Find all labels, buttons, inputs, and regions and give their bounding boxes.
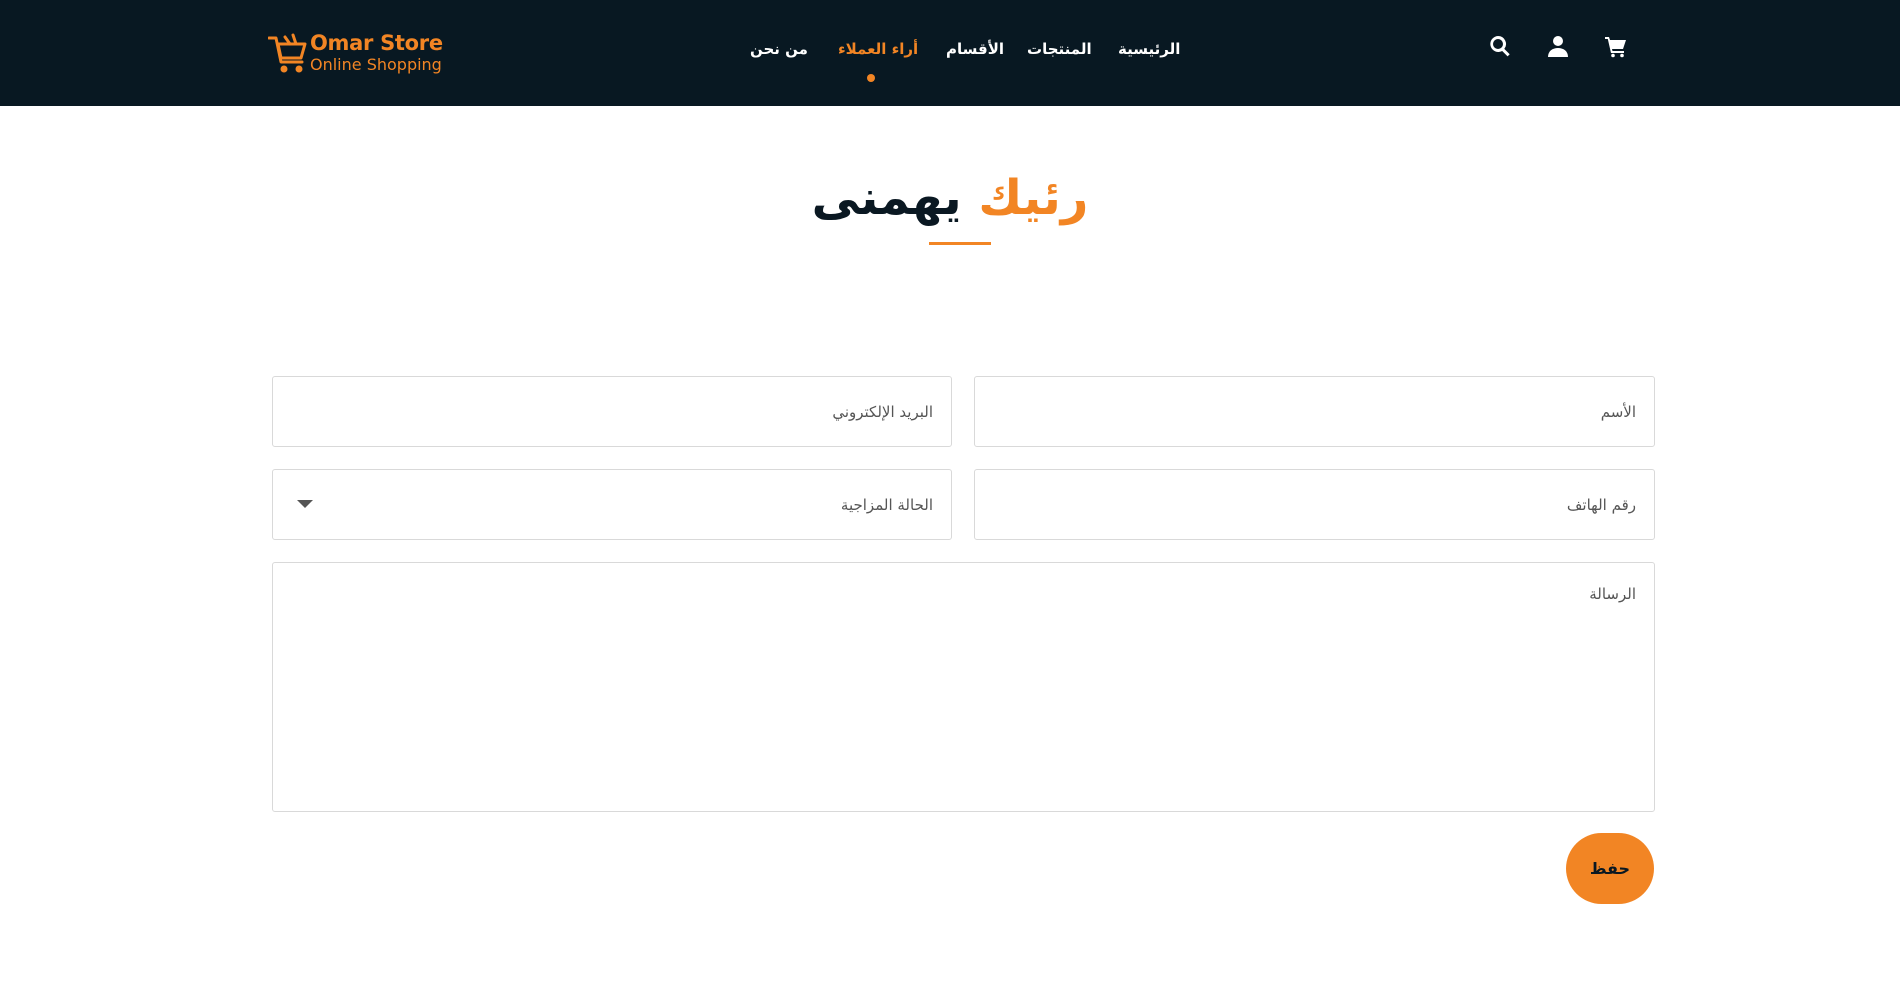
nav-item-home[interactable]: الرئيسية bbox=[1118, 40, 1180, 58]
title-underline bbox=[929, 242, 991, 245]
message-textarea[interactable]: الرسالة bbox=[272, 562, 1655, 812]
nav-item-categories[interactable]: الأقسام bbox=[946, 40, 1004, 58]
top-navbar: Omar Store Online Shopping الرئيسية المن… bbox=[0, 0, 1900, 106]
save-button[interactable]: حفظ bbox=[1566, 833, 1654, 904]
cart-icon[interactable] bbox=[1604, 34, 1628, 58]
email-placeholder: البريد الإلكتروني bbox=[832, 402, 933, 421]
page-title-highlight: رئيك bbox=[978, 170, 1089, 226]
nav-item-products[interactable]: المنتجات bbox=[1027, 40, 1092, 58]
name-field[interactable]: الأسم bbox=[974, 376, 1655, 447]
nav-item-reviews[interactable]: أراء العملاء bbox=[838, 40, 918, 58]
active-nav-indicator bbox=[867, 74, 875, 82]
search-icon[interactable] bbox=[1488, 34, 1512, 58]
user-icon[interactable] bbox=[1546, 34, 1570, 58]
chevron-down-icon[interactable] bbox=[297, 500, 313, 508]
email-field[interactable]: البريد الإلكتروني bbox=[272, 376, 952, 447]
phone-placeholder: رقم الهاتف bbox=[1566, 495, 1636, 514]
phone-field[interactable]: رقم الهاتف bbox=[974, 469, 1655, 540]
mood-select[interactable]: الحالة المزاجية bbox=[272, 469, 952, 540]
mood-select-value: الحالة المزاجية bbox=[840, 495, 933, 514]
page-title: رئيك يهمنى bbox=[0, 170, 1900, 226]
name-placeholder: الأسم bbox=[1600, 402, 1636, 421]
nav-item-about[interactable]: من نحن bbox=[750, 40, 808, 58]
page-title-rest: يهمنى bbox=[811, 170, 962, 226]
message-placeholder: الرسالة bbox=[1589, 585, 1636, 603]
